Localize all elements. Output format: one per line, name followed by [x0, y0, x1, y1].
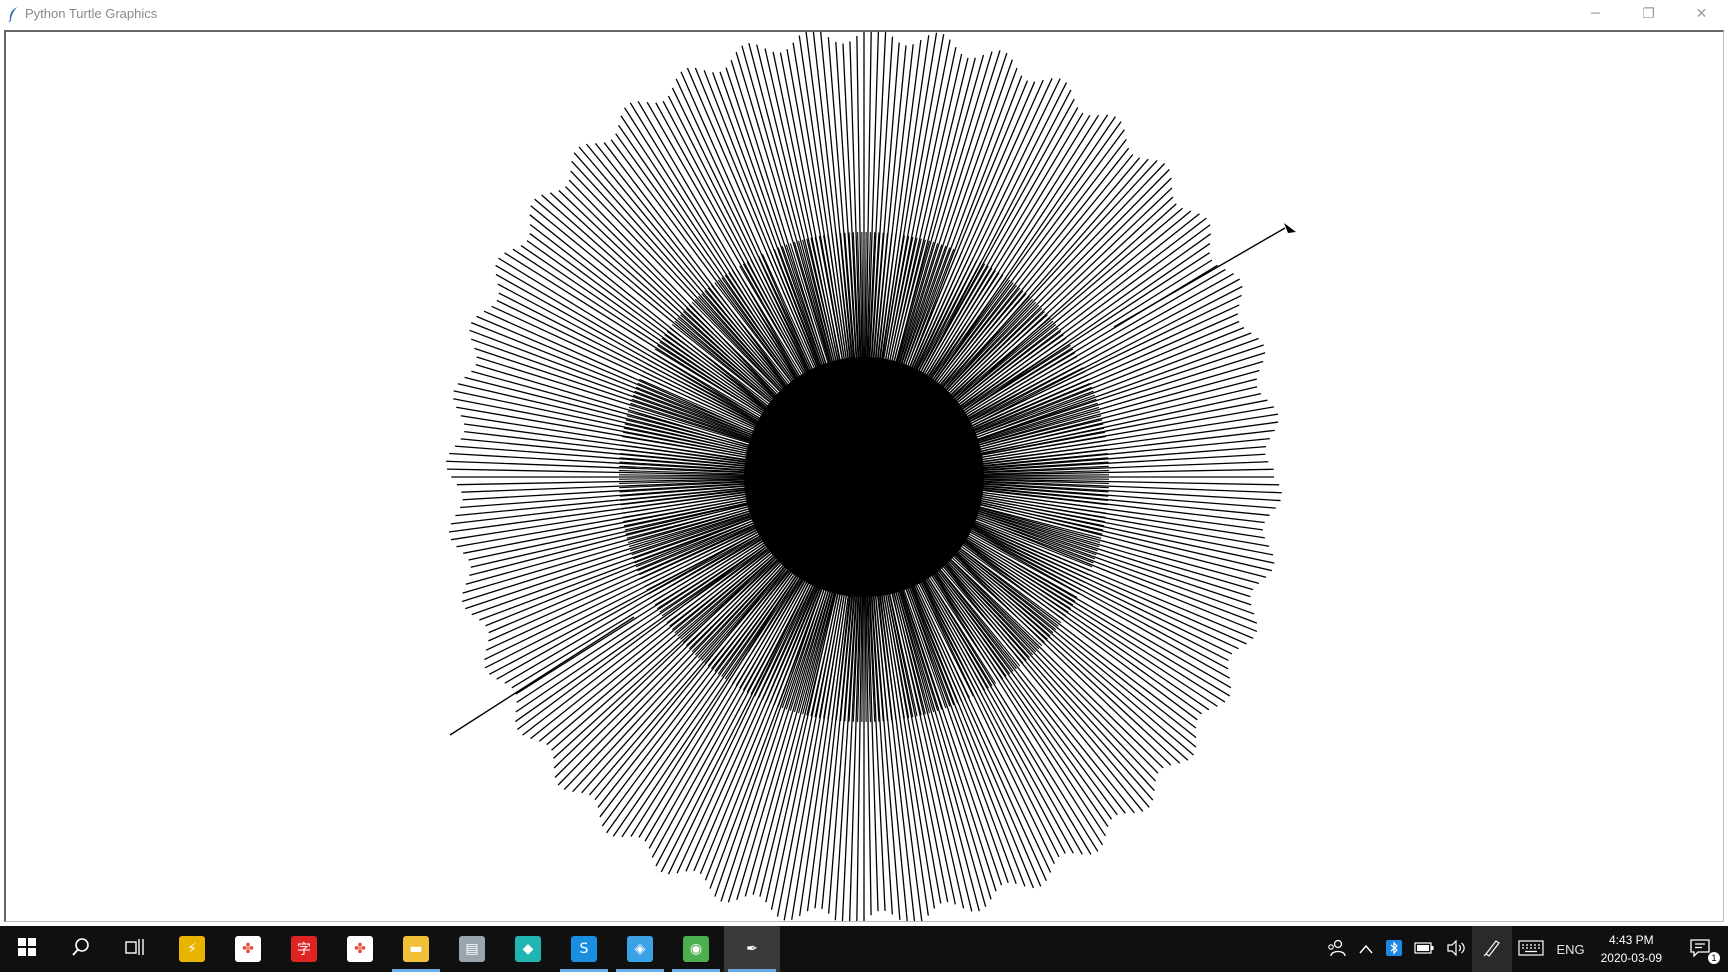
pinned-apps: ⚡ ✤ 字 ✤ ▬ ▤ ◆ S ◈ ◉ ✒ [164, 926, 780, 972]
battery-button[interactable] [1408, 926, 1440, 972]
taskbar-app-app-blue-diamond[interactable]: ◈ [612, 926, 668, 972]
taskbar-app-app-gray-folder[interactable]: ▤ [444, 926, 500, 972]
window-title: Python Turtle Graphics [25, 6, 158, 21]
burst-mid-ray [972, 431, 1105, 458]
bluetooth-button[interactable] [1380, 926, 1408, 972]
taskbar-app-app-pinwheel-2[interactable]: ✤ [332, 926, 388, 972]
input-language[interactable]: ENG [1550, 926, 1590, 972]
windows-logo-icon [18, 937, 36, 961]
clock-time: 4:43 PM [1608, 933, 1654, 947]
volume-button[interactable] [1440, 926, 1472, 972]
battery-icon [1414, 941, 1434, 957]
burst-ray [932, 196, 1174, 420]
touch-keyboard-button[interactable] [1512, 926, 1550, 972]
burst-ray [554, 536, 798, 778]
turtle-cursor-icon [1284, 223, 1296, 233]
system-tray: ENG 4:43 PM 2020-03-09 1 [1320, 926, 1728, 972]
app-red-character-icon: 字 [291, 936, 317, 962]
burst-ray [924, 525, 1189, 761]
notification-icon [1690, 938, 1710, 960]
notification-count: 1 [1708, 952, 1720, 964]
window-controls: ─ ❐ ✕ [1569, 0, 1728, 27]
minimize-button[interactable]: ─ [1569, 0, 1622, 27]
taskbar-app-skype[interactable]: S [556, 926, 612, 972]
app-pinwheel-icon: ✤ [235, 936, 261, 962]
app-green-globe-icon: ◉ [683, 936, 709, 962]
show-hidden-icons-button[interactable] [1352, 926, 1380, 972]
chevron-up-icon [1358, 942, 1374, 957]
restore-button[interactable]: ❐ [1622, 0, 1675, 27]
burst-ray [879, 35, 930, 377]
skype-icon: S [571, 936, 597, 962]
close-button[interactable]: ✕ [1675, 0, 1728, 27]
bluetooth-icon [1386, 939, 1403, 959]
turtle-canvas-frame [4, 30, 1724, 922]
clock-date: 2020-03-09 [1600, 951, 1662, 965]
app-teal-box-icon: ◆ [515, 936, 541, 962]
taskbar-app-app-yellow-network[interactable]: ⚡ [164, 926, 220, 972]
taskbar-app-app-pinwheel[interactable]: ✤ [220, 926, 276, 972]
taskbar-app-app-green-globe[interactable]: ◉ [668, 926, 724, 972]
people-button[interactable] [1320, 926, 1352, 972]
turtle-canvas [446, 32, 1296, 921]
start-button[interactable] [0, 926, 54, 972]
app-yellow-network-icon: ⚡ [179, 936, 205, 962]
search-icon [71, 937, 91, 962]
keyboard-icon [1518, 939, 1545, 959]
taskbar-app-app-red-character[interactable]: 字 [276, 926, 332, 972]
task-view-button[interactable] [108, 926, 162, 972]
feather-icon [6, 5, 20, 23]
file-explorer-icon: ▬ [403, 936, 429, 962]
burst-ray [917, 217, 1207, 440]
taskbar: ⚡ ✤ 字 ✤ ▬ ▤ ◆ S ◈ ◉ ✒ ENG 4:43 PM 2020-0… [0, 926, 1728, 972]
app-blue-diamond-icon: ◈ [627, 936, 653, 962]
people-icon [1326, 939, 1347, 960]
title-bar[interactable]: Python Turtle Graphics ─ ❐ ✕ [0, 0, 1728, 27]
app-pinwheel-2-icon: ✤ [347, 936, 373, 962]
burst-ray [578, 146, 820, 430]
action-center-button[interactable]: 1 [1672, 926, 1728, 972]
pen-icon [1482, 938, 1502, 961]
taskbar-app-python-turtle[interactable]: ✒ [724, 926, 780, 972]
python-turtle-icon: ✒ [739, 936, 765, 962]
burst-mid-ray [620, 488, 755, 506]
burst-mid-ray [887, 584, 918, 717]
clock[interactable]: 4:43 PM 2020-03-09 [1591, 931, 1672, 967]
app-gray-folder-icon: ▤ [459, 936, 485, 962]
task-view-icon [125, 938, 145, 961]
taskbar-app-app-teal-box[interactable]: ◆ [500, 926, 556, 972]
turtle-window: Python Turtle Graphics ─ ❐ ✕ [0, 0, 1728, 926]
search-button[interactable] [54, 926, 108, 972]
volume-icon [1446, 939, 1466, 959]
pen-workspace-button[interactable] [1472, 926, 1513, 972]
taskbar-app-file-explorer[interactable]: ▬ [388, 926, 444, 972]
